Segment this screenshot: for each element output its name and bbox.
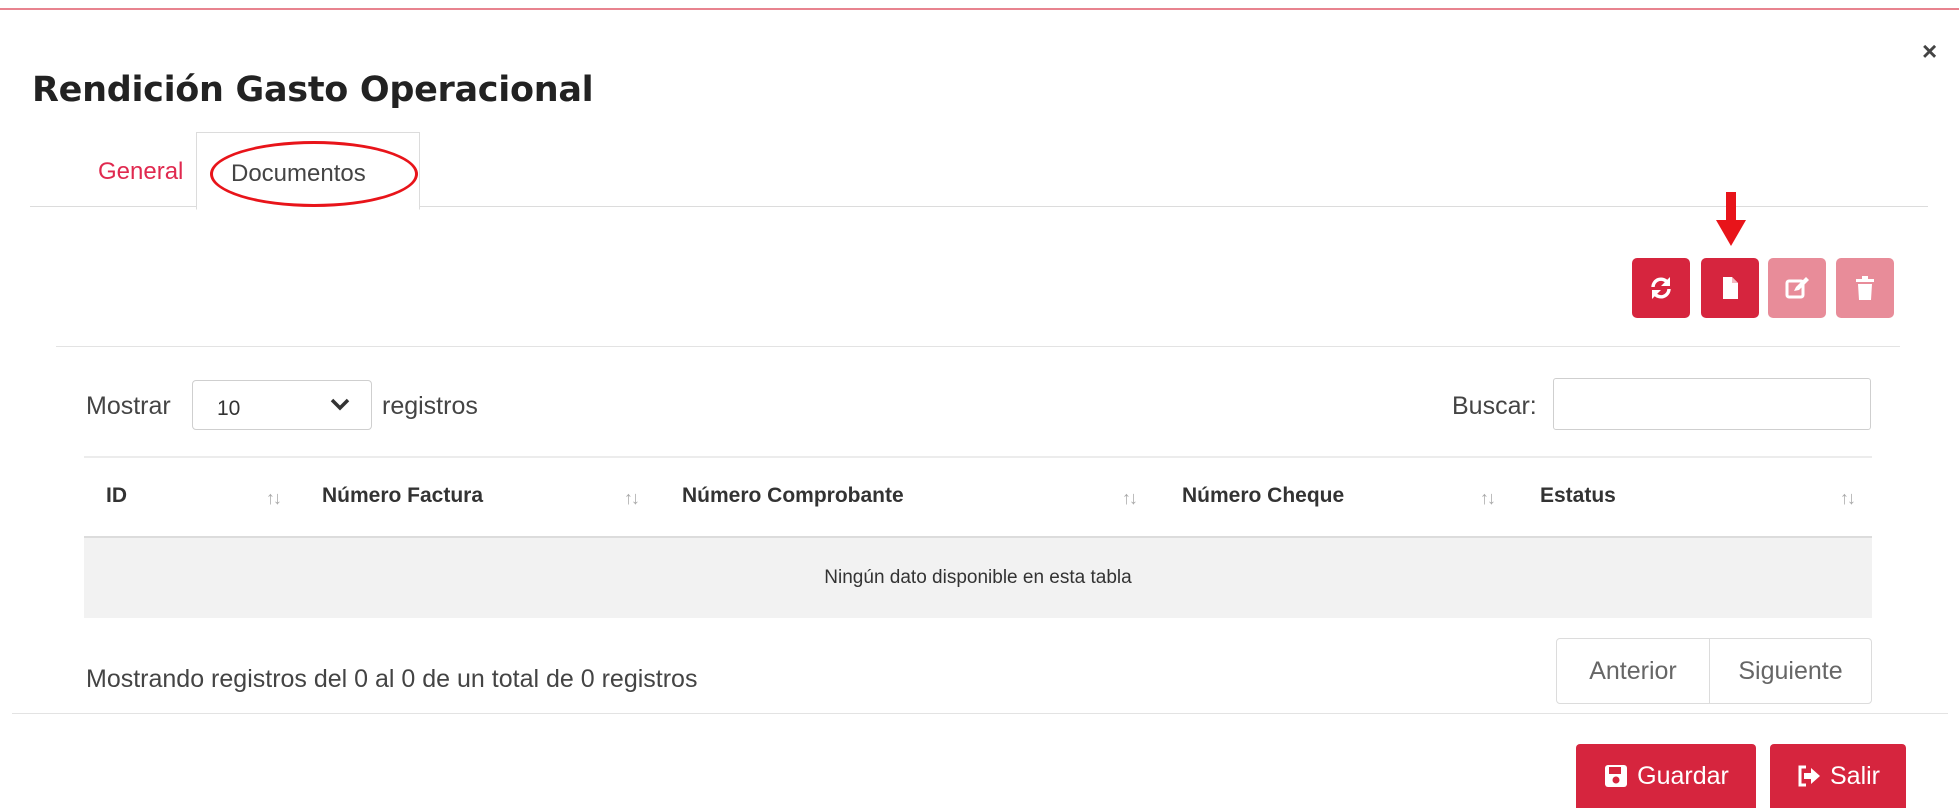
chevron-down-icon	[330, 398, 350, 411]
modal-title: Rendición Gasto Operacional	[32, 70, 594, 110]
table-empty-row: Ningún dato disponible en esta tabla	[84, 538, 1872, 618]
column-header-numero-cheque[interactable]: Número Cheque	[1182, 484, 1344, 508]
close-icon[interactable]: ×	[1922, 36, 1937, 67]
save-button[interactable]: Guardar	[1576, 744, 1756, 808]
column-header-id[interactable]: ID	[106, 484, 127, 508]
previous-page-button[interactable]: Anterior	[1557, 639, 1710, 703]
new-document-button[interactable]	[1701, 258, 1759, 318]
refresh-icon	[1651, 277, 1671, 299]
sort-icon[interactable]: ↑↓	[266, 488, 282, 509]
records-label: registros	[382, 392, 478, 420]
floppy-disk-icon	[1605, 765, 1628, 787]
edit-icon	[1785, 277, 1809, 299]
sort-icon[interactable]: ↑↓	[624, 488, 640, 509]
annotation-arrow-icon	[1716, 192, 1746, 246]
refresh-button[interactable]	[1632, 258, 1690, 318]
exit-button[interactable]: Salir	[1770, 744, 1906, 808]
table-top-border	[84, 456, 1872, 458]
column-header-estatus[interactable]: Estatus	[1540, 484, 1616, 508]
sort-icon[interactable]: ↑↓	[1840, 488, 1856, 509]
delete-button[interactable]	[1836, 258, 1894, 318]
column-header-numero-factura[interactable]: Número Factura	[322, 484, 483, 508]
page-size-select[interactable]: 10	[192, 380, 372, 430]
sign-out-icon	[1798, 765, 1820, 787]
modal-top-border	[0, 8, 1959, 10]
pagination: Anterior Siguiente	[1556, 638, 1872, 704]
next-page-button[interactable]: Siguiente	[1710, 639, 1871, 703]
trash-icon	[1856, 276, 1874, 300]
empty-message: Ningún dato disponible en esta tabla	[824, 567, 1132, 588]
sort-icon[interactable]: ↑↓	[1480, 488, 1496, 509]
column-header-numero-comprobante[interactable]: Número Comprobante	[682, 484, 904, 508]
new-document-icon	[1723, 277, 1738, 299]
search-input[interactable]	[1553, 378, 1871, 430]
save-button-label: Guardar	[1637, 761, 1729, 790]
table-info-text: Mostrando registros del 0 al 0 de un tot…	[86, 665, 698, 693]
show-label: Mostrar	[86, 392, 171, 420]
tab-documentos[interactable]: Documentos	[196, 132, 420, 210]
edit-button[interactable]	[1768, 258, 1826, 318]
search-label: Buscar:	[1452, 392, 1537, 420]
tab-documentos-label: Documentos	[231, 160, 366, 187]
modal-footer-divider	[12, 713, 1948, 714]
sort-icon[interactable]: ↑↓	[1122, 488, 1138, 509]
page-size-value: 10	[217, 397, 241, 420]
exit-button-label: Salir	[1829, 761, 1880, 790]
tab-general[interactable]: General	[98, 158, 183, 186]
toolbar-divider	[56, 346, 1900, 347]
